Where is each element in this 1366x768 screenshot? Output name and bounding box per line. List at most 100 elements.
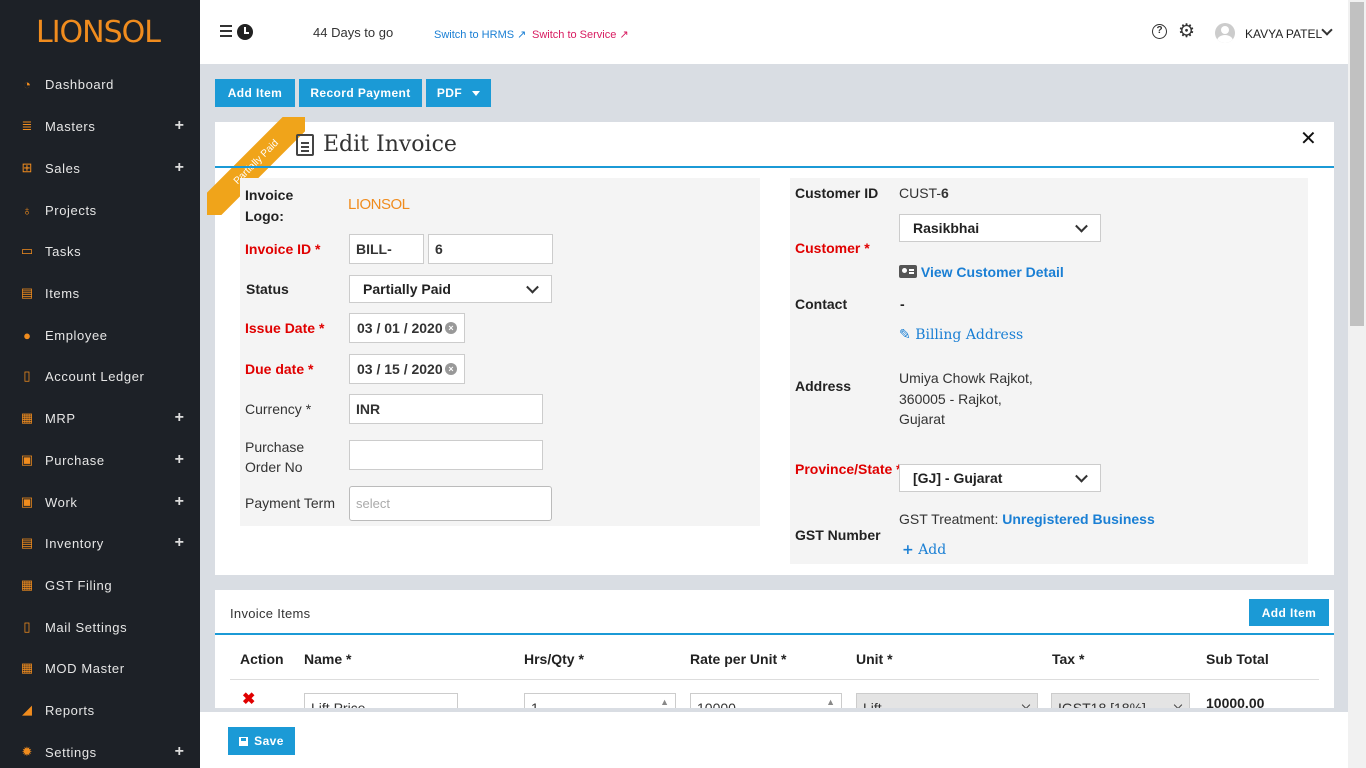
grid-icon: ▦ xyxy=(20,410,34,425)
item-tax-select[interactable]: IGST18 [18%] xyxy=(1051,693,1190,708)
page-title: Edit Invoice xyxy=(323,132,457,157)
sidebar-item-mrp[interactable]: ▦ MRP + xyxy=(0,398,200,438)
gear-icon: ✹ xyxy=(21,744,33,759)
pdf-dropdown-button[interactable]: PDF xyxy=(426,79,491,107)
expand-plus-icon[interactable]: + xyxy=(175,159,184,177)
avatar[interactable] xyxy=(1215,23,1235,43)
scrollbar-thumb[interactable] xyxy=(1350,2,1364,326)
customer-id-number: 6 xyxy=(941,185,949,201)
add-gst-link[interactable]: + Add xyxy=(902,542,946,558)
invoice-logo-label: Invoice Logo: xyxy=(245,185,293,227)
delete-row-icon[interactable]: ✖ xyxy=(242,692,255,708)
clear-icon[interactable]: × xyxy=(445,363,457,375)
save-button[interactable]: Save xyxy=(228,727,295,755)
sidebar-item-projects[interactable]: ♁ Projects xyxy=(0,190,200,230)
expand-plus-icon[interactable]: + xyxy=(175,451,184,469)
due-date-input[interactable]: 03 / 15 / 2020 × xyxy=(349,354,465,384)
invoice-items-title: Invoice Items xyxy=(230,606,311,621)
record-payment-button[interactable]: Record Payment xyxy=(299,79,422,107)
gst-treatment-link[interactable]: Unregistered Business xyxy=(1002,511,1155,527)
billing-address-link[interactable]: ✎ Billing Address xyxy=(899,327,1023,343)
sidebar-item-gst-filing[interactable]: ▦ GST Filing xyxy=(0,565,200,605)
address-line: Umiya Chowk Rajkot, xyxy=(899,370,1033,386)
status-select[interactable]: Partially Paid xyxy=(349,275,552,303)
expand-plus-icon[interactable]: + xyxy=(175,493,184,511)
item-unit-select[interactable]: Lift xyxy=(856,693,1038,708)
column-header-tax[interactable]: Tax * xyxy=(1052,651,1084,667)
sidebar-item-account-ledger[interactable]: ▯ Account Ledger xyxy=(0,356,200,396)
logo-text: LIONSOL xyxy=(36,14,161,50)
customer-id-value: CUST-6 xyxy=(899,185,949,201)
help-icon[interactable]: ? xyxy=(1152,24,1167,39)
chevron-down-icon[interactable] xyxy=(1321,24,1333,36)
footer-bar xyxy=(200,712,1348,768)
customer-label: Customer * xyxy=(795,240,870,256)
page-scrollbar[interactable] xyxy=(1348,0,1366,768)
issue-date-input[interactable]: 03 / 01 / 2020 × xyxy=(349,313,465,343)
add-item-row-button[interactable]: Add Item xyxy=(1249,599,1329,626)
table-row: ✖ Lift Price 1 ▲ 10000 ▲ Lift IGST18 [18… xyxy=(215,681,1334,708)
sidebar-item-label: Employee xyxy=(45,327,108,343)
sidebar-item-mod-master[interactable]: ▦ MOD Master xyxy=(0,648,200,688)
item-rate-input[interactable]: 10000 ▲ xyxy=(690,693,842,708)
sidebar-item-work[interactable]: ▣ Work + xyxy=(0,482,200,522)
po-label-line: Order No xyxy=(245,459,303,475)
user-name[interactable]: KAVYA PATEL xyxy=(1245,27,1322,41)
invoice-id-prefix-input[interactable]: BILL- xyxy=(349,234,424,264)
column-header-name[interactable]: Name * xyxy=(304,651,351,667)
add-item-button[interactable]: Add Item xyxy=(215,79,295,107)
switch-service-link[interactable]: Switch to Service ↗ xyxy=(532,28,629,41)
column-header-unit[interactable]: Unit * xyxy=(856,651,893,667)
address-line: Gujarat xyxy=(899,411,945,427)
sidebar-item-settings[interactable]: ✹ Settings + xyxy=(0,732,200,768)
clock-icon[interactable] xyxy=(237,24,253,40)
expand-plus-icon[interactable]: + xyxy=(175,117,184,135)
id-card-icon xyxy=(899,265,917,278)
briefcase-icon: ▣ xyxy=(20,494,34,509)
sidebar-item-masters[interactable]: ≣ Masters + xyxy=(0,106,200,146)
province-text: Province/State xyxy=(795,461,893,477)
sidebar-item-items[interactable]: ▤ Items xyxy=(0,273,200,313)
item-name-input[interactable]: Lift Price xyxy=(304,693,458,708)
status-value: Partially Paid xyxy=(363,281,451,297)
sidebar-item-dashboard[interactable]: ◔ Dashboard xyxy=(0,64,200,104)
view-detail-label: View Customer Detail xyxy=(920,264,1064,280)
expand-plus-icon[interactable]: + xyxy=(175,743,184,761)
expand-plus-icon[interactable]: + xyxy=(175,409,184,427)
column-header-rate[interactable]: Rate per Unit * xyxy=(690,651,786,667)
sidebar-item-label: Settings xyxy=(45,744,97,760)
menu-toggle-icon[interactable] xyxy=(220,25,234,37)
clear-icon[interactable]: × xyxy=(445,322,457,334)
sidebar-item-reports[interactable]: ◢ Reports xyxy=(0,690,200,730)
column-header-qty[interactable]: Hrs/Qty * xyxy=(524,651,584,667)
spinner-icon[interactable]: ▲ xyxy=(660,697,669,707)
required-mark: * xyxy=(308,361,314,377)
required-mark: * xyxy=(864,240,870,256)
invoice-id-number-input[interactable]: 6 xyxy=(428,234,553,264)
switch-hrms-link[interactable]: Switch to HRMS ↗ xyxy=(434,28,526,41)
currency-text: Currency xyxy=(245,401,302,417)
item-qty-input[interactable]: 1 ▲ xyxy=(524,693,676,708)
sidebar-item-purchase[interactable]: ▣ Purchase + xyxy=(0,440,200,480)
gear-icon[interactable]: ⚙ xyxy=(1178,20,1195,43)
expand-plus-icon[interactable]: + xyxy=(175,534,184,552)
sidebar-item-tasks[interactable]: ▭ Tasks xyxy=(0,231,200,271)
spinner-icon[interactable]: ▲ xyxy=(826,697,835,707)
sidebar-item-mail-settings[interactable]: ▯ Mail Settings xyxy=(0,607,200,647)
sidebar-item-employee[interactable]: ● Employee xyxy=(0,315,200,355)
close-icon[interactable]: ✕ xyxy=(1300,126,1317,151)
currency-input[interactable]: INR xyxy=(349,394,543,424)
sidebar-item-inventory[interactable]: ▤ Inventory + xyxy=(0,523,200,563)
province-select[interactable]: [GJ] - Gujarat xyxy=(899,464,1101,492)
view-customer-detail-link[interactable]: View Customer Detail xyxy=(899,264,1064,280)
column-header-subtotal[interactable]: Sub Total xyxy=(1206,651,1269,667)
sidebar-item-sales[interactable]: ⊞ Sales + xyxy=(0,148,200,188)
po-label-line: Purchase xyxy=(245,439,305,455)
inbox-icon: ▭ xyxy=(20,243,34,258)
due-date-label: Due date * xyxy=(245,361,313,377)
customer-select[interactable]: Rasikbhai xyxy=(899,214,1101,242)
chevron-down-icon xyxy=(1075,469,1088,483)
payment-term-select[interactable]: select xyxy=(349,486,552,521)
brand-logo[interactable]: LIONSOL xyxy=(0,0,200,64)
purchase-order-input[interactable] xyxy=(349,440,543,470)
